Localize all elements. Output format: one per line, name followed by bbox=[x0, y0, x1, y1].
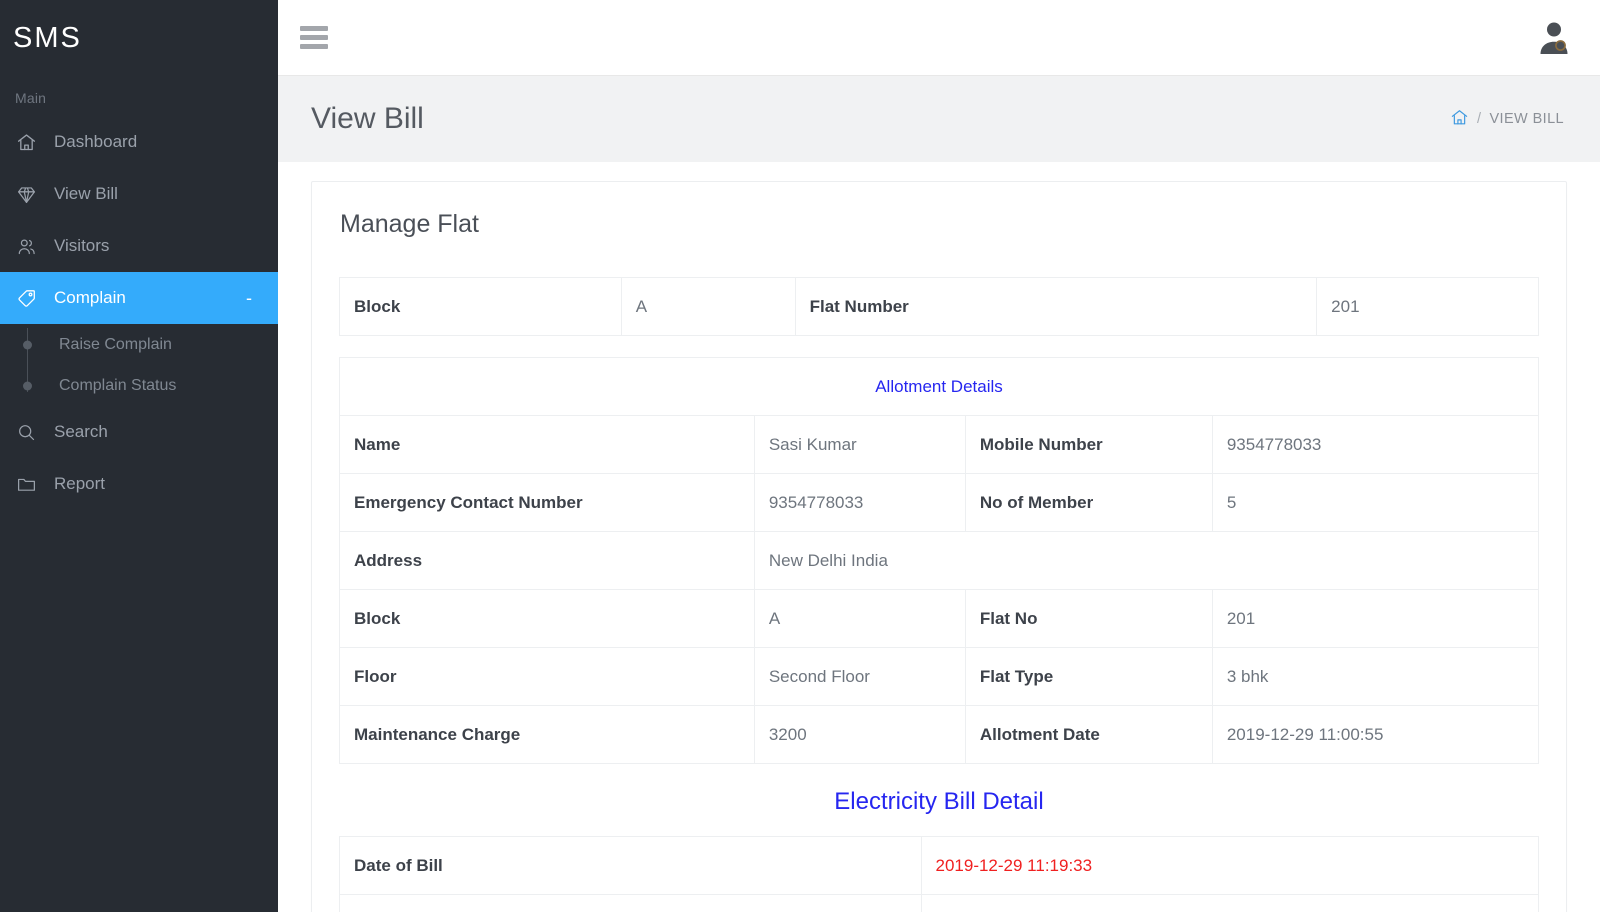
brand-text: SMS bbox=[13, 21, 82, 54]
breadcrumb-current: VIEW BILL bbox=[1489, 111, 1564, 127]
cell-label: Mobile Number bbox=[964, 415, 1213, 474]
cell-value: 201 bbox=[1211, 589, 1540, 648]
cell-value: 2019-12-29 11:00:55 bbox=[1211, 705, 1540, 764]
home-icon[interactable] bbox=[1450, 108, 1469, 131]
user-avatar-icon[interactable] bbox=[1534, 18, 1574, 58]
sidebar-item-visitors[interactable]: Visitors bbox=[0, 220, 278, 272]
electricity-bill-table: Date of Bill 2019-12-29 11:19:33 Unit Co… bbox=[339, 836, 1539, 912]
cell-value: A bbox=[753, 589, 966, 648]
home-icon bbox=[16, 132, 46, 153]
cell-label: Floor bbox=[339, 647, 755, 706]
sidebar-item-report[interactable]: Report bbox=[0, 458, 278, 510]
cell-label: Name bbox=[339, 415, 755, 474]
table-row: Address New Delhi India bbox=[339, 531, 1540, 590]
sidebar-subitem-label: Complain Status bbox=[59, 376, 177, 394]
cell-value: 1200*5(Price Per Unit) bbox=[920, 894, 1539, 912]
sidebar-item-dashboard[interactable]: Dashboard bbox=[0, 116, 278, 168]
cell-value: 9354778033 bbox=[753, 473, 966, 532]
main-area: View Bill / VIEW BILL Manage Flat Block … bbox=[278, 0, 1600, 912]
cell-label: Address bbox=[339, 531, 755, 590]
cell-label: Allotment Date bbox=[964, 705, 1213, 764]
cell-value: 3 bhk bbox=[1211, 647, 1540, 706]
allotment-details-table: Allotment Details Name Sasi Kumar Mobile… bbox=[339, 357, 1540, 764]
table-row: Floor Second Floor Flat Type 3 bhk bbox=[339, 647, 1540, 706]
sidebar-item-label: Report bbox=[54, 474, 106, 493]
table-row: Block A Flat Number 201 bbox=[339, 277, 1539, 336]
tag-icon bbox=[16, 288, 46, 309]
sidebar-item-label: View Bill bbox=[54, 184, 118, 203]
allotment-details-heading: Allotment Details bbox=[339, 357, 1539, 416]
cell-value: A bbox=[620, 277, 796, 336]
users-icon bbox=[16, 236, 46, 257]
sidebar-subitem-raise-complain[interactable]: Raise Complain bbox=[0, 324, 278, 365]
cell-value: Sasi Kumar bbox=[753, 415, 966, 474]
sidebar-item-complain[interactable]: Complain - bbox=[0, 272, 278, 324]
content-area: Manage Flat Block A Flat Number 201 Allo… bbox=[278, 162, 1600, 912]
sidebar-item-label: Visitors bbox=[54, 236, 110, 255]
cell-label: Block bbox=[339, 589, 755, 648]
cell-value: 201 bbox=[1316, 277, 1539, 336]
sidebar-item-label: Dashboard bbox=[54, 132, 138, 151]
cell-label: Flat No bbox=[964, 589, 1213, 648]
breadcrumb-separator: / bbox=[1477, 111, 1482, 127]
cell-value: 2019-12-29 11:19:33 bbox=[920, 836, 1539, 895]
cell-value: 5 bbox=[1211, 473, 1540, 532]
table-row: Date of Bill 2019-12-29 11:19:33 bbox=[339, 836, 1539, 895]
search-icon bbox=[16, 422, 46, 443]
page-header: View Bill / VIEW BILL bbox=[278, 76, 1600, 162]
table-row: Block A Flat No 201 bbox=[339, 589, 1540, 648]
flat-summary-table: Block A Flat Number 201 bbox=[339, 277, 1539, 336]
complain-submenu: Raise Complain Complain Status bbox=[0, 324, 278, 406]
table-row: Unit Consumed 1200*5(Price Per Unit) bbox=[339, 894, 1539, 912]
cell-label: Flat Type bbox=[964, 647, 1213, 706]
cell-value: 3200 bbox=[753, 705, 966, 764]
table-row: Maintenance Charge 3200 Allotment Date 2… bbox=[339, 705, 1540, 764]
table-row: Name Sasi Kumar Mobile Number 9354778033 bbox=[339, 415, 1540, 474]
submenu-toggle-icon[interactable]: - bbox=[246, 289, 252, 307]
cell-value: 9354778033 bbox=[1211, 415, 1540, 474]
cell-label: Flat Number bbox=[794, 277, 1318, 336]
cell-label: No of Member bbox=[964, 473, 1213, 532]
cell-label: Emergency Contact Number bbox=[339, 473, 755, 532]
folder-icon bbox=[16, 474, 46, 495]
cell-label: Unit Consumed bbox=[339, 894, 922, 912]
sidebar-item-label: Complain bbox=[54, 288, 126, 307]
breadcrumb: / VIEW BILL bbox=[1450, 108, 1564, 131]
app-root: SMS Main Dashboard View Bill Visitors Co… bbox=[0, 0, 1600, 912]
sidebar-subitem-complain-status[interactable]: Complain Status bbox=[0, 365, 278, 406]
table-row: Emergency Contact Number 9354778033 No o… bbox=[339, 473, 1540, 532]
hamburger-bar bbox=[300, 26, 328, 31]
hamburger-icon[interactable] bbox=[300, 18, 334, 57]
page-title: View Bill bbox=[311, 102, 424, 135]
cell-value: Second Floor bbox=[753, 647, 966, 706]
diamond-icon bbox=[16, 184, 46, 205]
manage-flat-card: Manage Flat Block A Flat Number 201 Allo… bbox=[311, 181, 1567, 912]
section-heading-row: Allotment Details bbox=[339, 357, 1539, 416]
hamburger-bar bbox=[300, 35, 328, 40]
topbar bbox=[278, 0, 1600, 76]
sidebar-item-search[interactable]: Search bbox=[0, 406, 278, 458]
brand-logo[interactable]: SMS bbox=[0, 0, 278, 76]
sidebar-subitem-label: Raise Complain bbox=[59, 335, 172, 353]
card-title: Manage Flat bbox=[340, 210, 479, 238]
cell-value: New Delhi India bbox=[753, 531, 1540, 590]
electricity-bill-heading: Electricity Bill Detail bbox=[834, 788, 1044, 815]
hamburger-bar bbox=[300, 44, 328, 49]
sidebar-item-label: Search bbox=[54, 422, 108, 441]
card-body: Block A Flat Number 201 Allotment Detail… bbox=[312, 239, 1566, 912]
nav-section-label: Main bbox=[15, 90, 47, 106]
sidebar: SMS Main Dashboard View Bill Visitors Co… bbox=[0, 0, 278, 912]
cell-label: Maintenance Charge bbox=[339, 705, 755, 764]
sidebar-item-view-bill[interactable]: View Bill bbox=[0, 168, 278, 220]
cell-label: Date of Bill bbox=[339, 836, 922, 895]
cell-label: Block bbox=[339, 277, 622, 336]
